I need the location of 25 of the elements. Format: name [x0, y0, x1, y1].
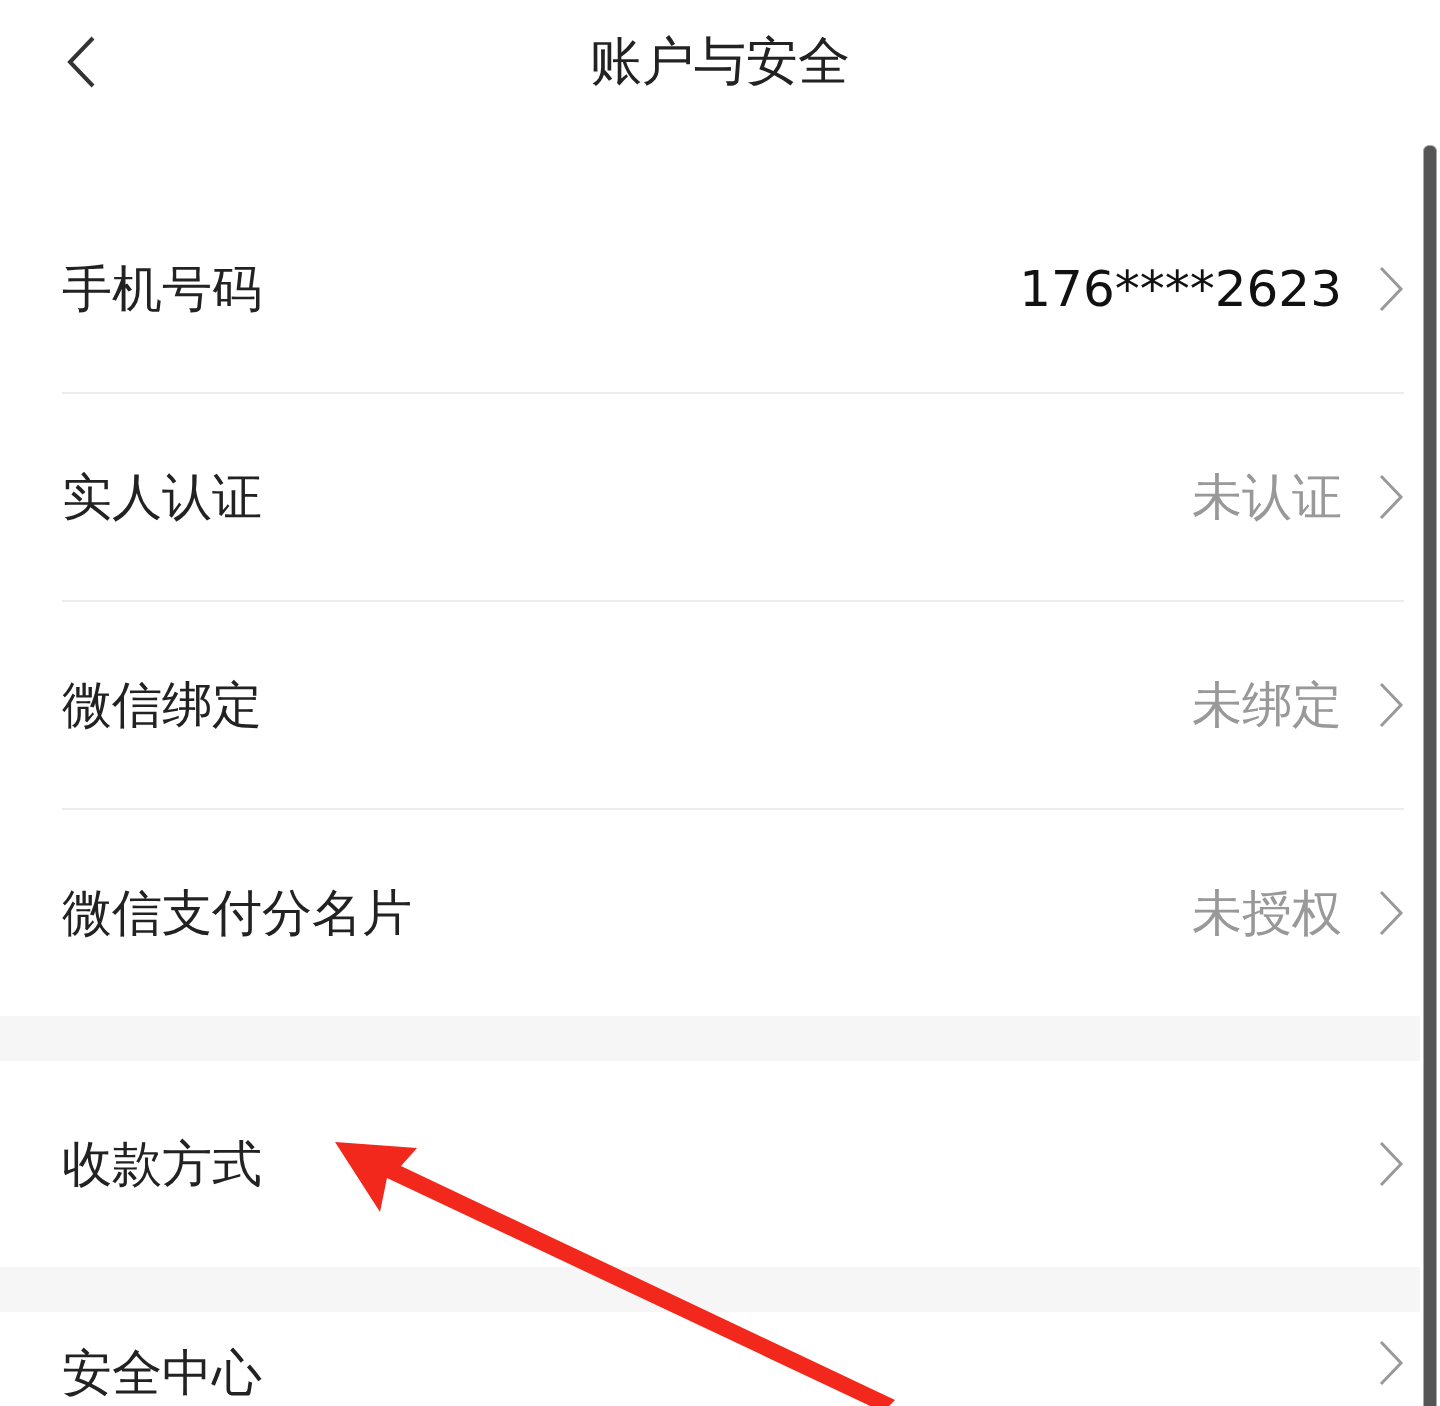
row-label: 实人认证: [62, 466, 263, 528]
row-value: 未授权: [1192, 882, 1342, 944]
row-label: 微信支付分名片: [62, 882, 413, 944]
row-label: 安全中心: [62, 1343, 263, 1404]
row-value: 未认证: [1192, 466, 1342, 528]
row-value: 未绑定: [1192, 674, 1342, 736]
page-title: 账户与安全: [590, 30, 850, 93]
row-label: 收款方式: [62, 1133, 263, 1195]
chevron-icon: [1378, 1340, 1404, 1386]
back-icon[interactable]: [66, 36, 96, 88]
chevron-icon: [1378, 1141, 1404, 1187]
settings-row[interactable]: 收款方式: [62, 1061, 1404, 1267]
chevron-icon: [1378, 682, 1404, 728]
chevron-icon: [1378, 474, 1404, 520]
settings-row[interactable]: 安全中心: [62, 1312, 1404, 1406]
scrollbar[interactable]: [1423, 145, 1437, 1406]
settings-row[interactable]: 实人认证 未认证: [62, 394, 1404, 602]
chevron-icon: [1378, 890, 1404, 936]
settings-row[interactable]: 手机号码 176****2623: [62, 186, 1404, 394]
row-value: 176****2623: [1019, 260, 1342, 318]
settings-row[interactable]: 微信支付分名片 未授权: [62, 810, 1404, 1016]
row-label: 微信绑定: [62, 674, 263, 736]
settings-row[interactable]: 微信绑定 未绑定: [62, 602, 1404, 810]
row-label: 手机号码: [62, 258, 263, 320]
chevron-icon: [1378, 266, 1404, 312]
